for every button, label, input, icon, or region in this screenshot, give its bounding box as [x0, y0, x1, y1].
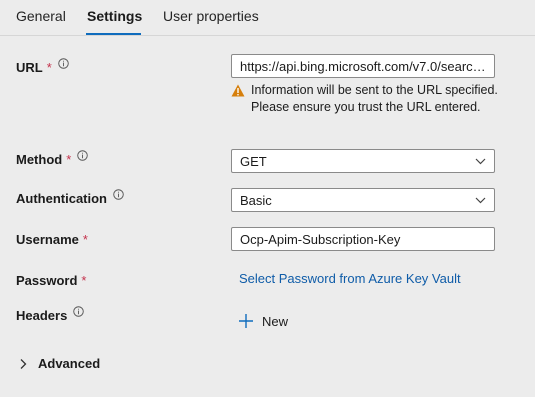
method-label: Method *: [16, 150, 89, 167]
url-label: URL *: [16, 58, 69, 75]
username-input[interactable]: Ocp-Apim-Subscription-Key: [231, 227, 495, 251]
required-marker: *: [66, 152, 72, 167]
chevron-down-icon: [475, 197, 486, 204]
chevron-right-icon: [20, 358, 27, 369]
required-marker: *: [82, 232, 88, 247]
settings-panel: General Settings User properties URL * ht…: [0, 0, 535, 397]
method-select[interactable]: GET: [231, 149, 495, 173]
tab-user-properties[interactable]: User properties: [163, 8, 259, 24]
tab-general[interactable]: General: [16, 8, 66, 24]
url-warning: Information will be sent to the URL spec…: [231, 82, 501, 116]
advanced-label: Advanced: [38, 356, 101, 371]
tab-bar: General Settings User properties: [0, 0, 535, 36]
info-icon[interactable]: [73, 306, 85, 317]
method-value: GET: [240, 154, 267, 169]
plus-icon: [239, 314, 253, 328]
new-label: New: [262, 313, 289, 329]
warning-icon: [231, 84, 245, 97]
chevron-down-icon: [475, 158, 486, 165]
advanced-toggle[interactable]: Advanced: [16, 356, 100, 371]
authentication-select[interactable]: Basic: [231, 188, 495, 212]
warning-text: Information will be sent to the URL spec…: [251, 83, 498, 114]
headers-label: Headers: [16, 306, 85, 323]
password-label: Password *: [16, 273, 87, 288]
new-header-button[interactable]: New: [238, 313, 288, 329]
info-icon[interactable]: [113, 189, 124, 200]
info-icon[interactable]: [77, 150, 89, 161]
required-marker: *: [46, 60, 52, 75]
required-marker: *: [81, 273, 87, 288]
url-input[interactable]: https://api.bing.microsoft.com/v7.0/sear…: [231, 54, 495, 78]
tab-settings[interactable]: Settings: [87, 8, 142, 24]
info-icon[interactable]: [58, 58, 69, 69]
authentication-value: Basic: [240, 193, 272, 208]
authentication-label: Authentication: [16, 189, 124, 206]
active-tab-indicator: [86, 33, 141, 35]
username-label: Username *: [16, 232, 88, 247]
select-password-keyvault-link[interactable]: Select Password from Azure Key Vault: [239, 271, 461, 286]
